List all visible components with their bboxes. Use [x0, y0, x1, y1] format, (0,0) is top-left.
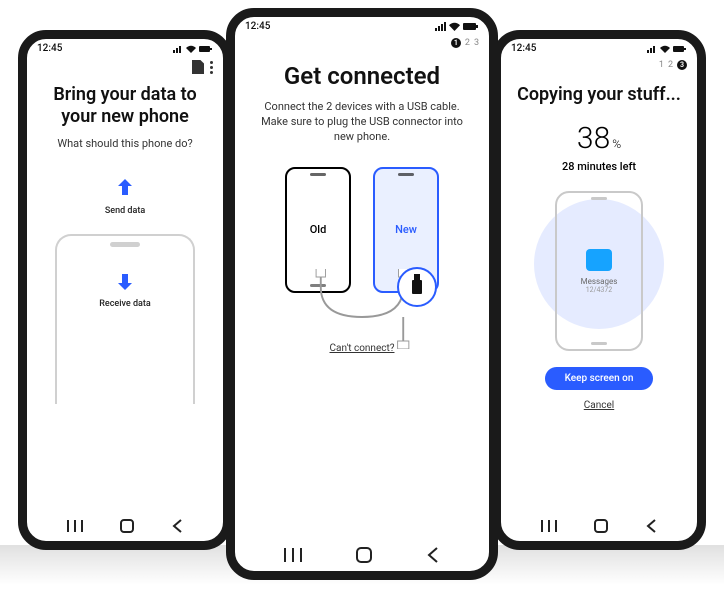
- step-2: 2: [465, 38, 470, 48]
- cancel-link[interactable]: Cancel: [584, 400, 614, 411]
- progress-percent: 38%: [509, 121, 689, 156]
- top-actions: [27, 56, 223, 78]
- step-indicator: 1 2 3: [501, 56, 697, 74]
- phone-screen-right: 12:45 1 2 3 Copying your stuff... 38%: [492, 30, 706, 550]
- nav-recents-icon[interactable]: [67, 520, 83, 532]
- nav-recents-icon[interactable]: [284, 548, 302, 562]
- new-label: New: [395, 223, 417, 236]
- signal-icon: [173, 45, 183, 53]
- page-subtitle: Connect the 2 devices with a USB cable. …: [243, 100, 481, 145]
- step-2: 2: [668, 60, 673, 70]
- progress-unit: %: [612, 137, 621, 151]
- time-remaining: 28 minutes left: [509, 160, 689, 173]
- battery-icon: [463, 22, 479, 31]
- status-bar: 12:45: [501, 39, 697, 56]
- nav-back-icon[interactable]: [171, 519, 183, 533]
- nav-back-icon[interactable]: [426, 547, 440, 563]
- page-subtitle: What should this phone do?: [35, 137, 215, 150]
- status-icons: [435, 22, 479, 31]
- receive-label: Receive data: [57, 299, 193, 309]
- wifi-icon: [660, 45, 670, 53]
- step-3: 3: [474, 38, 479, 48]
- keep-screen-on-button[interactable]: Keep screen on: [545, 367, 654, 390]
- signal-icon: [647, 45, 657, 53]
- send-data-option[interactable]: Send data: [35, 176, 215, 216]
- nav-bar: [27, 509, 223, 541]
- step-indicator: 1 2 3: [235, 34, 489, 52]
- nav-back-icon[interactable]: [645, 519, 657, 533]
- status-icons: [173, 45, 213, 53]
- arrow-up-icon: [114, 176, 136, 198]
- battery-icon: [199, 45, 213, 53]
- sdcard-icon[interactable]: [192, 60, 204, 74]
- battery-icon: [673, 45, 687, 53]
- phone-screen-center: 12:45 1 2 3 Get connected Connect the 2 …: [226, 8, 498, 580]
- step-1-active: 1: [451, 38, 461, 48]
- wifi-icon: [449, 22, 460, 31]
- old-label: Old: [310, 223, 327, 236]
- nav-home-icon[interactable]: [120, 519, 134, 533]
- old-phone-illustration: Old: [285, 167, 351, 293]
- status-icons: [647, 45, 687, 53]
- status-time: 12:45: [37, 43, 62, 54]
- signal-icon: [435, 22, 446, 31]
- page-title: Get connected: [243, 62, 481, 90]
- status-bar: 12:45: [235, 17, 489, 34]
- page-title: Copying your stuff...: [509, 84, 689, 105]
- arrow-down-icon: [114, 269, 136, 291]
- phone-screen-left: 12:45 Bring your data to your new phone …: [18, 30, 232, 550]
- nav-bar: [235, 537, 489, 571]
- messages-icon: [586, 249, 612, 271]
- send-label: Send data: [35, 206, 215, 216]
- progress-value: 38: [577, 121, 610, 156]
- cant-connect-link[interactable]: Can't connect?: [243, 343, 481, 354]
- copy-item-card: Messages 12/4372: [555, 191, 643, 351]
- item-count: 12/4372: [581, 286, 618, 294]
- wifi-icon: [186, 45, 196, 53]
- step-3-active: 3: [677, 60, 687, 70]
- status-time: 12:45: [245, 21, 270, 32]
- usb-connector-icon: [397, 267, 437, 307]
- nav-bar: [501, 509, 697, 541]
- connection-illustration: Old New: [243, 167, 481, 293]
- nav-home-icon[interactable]: [594, 519, 608, 533]
- more-icon[interactable]: [210, 61, 213, 74]
- page-title: Bring your data to your new phone: [35, 84, 215, 127]
- status-time: 12:45: [511, 43, 536, 54]
- usb-cable-icon: [243, 269, 481, 349]
- nav-home-icon[interactable]: [356, 547, 372, 563]
- item-label: Messages: [581, 277, 618, 286]
- nav-recents-icon[interactable]: [541, 520, 557, 532]
- step-1: 1: [659, 60, 664, 70]
- receive-data-option[interactable]: Receive data: [55, 234, 195, 404]
- status-bar: 12:45: [27, 39, 223, 56]
